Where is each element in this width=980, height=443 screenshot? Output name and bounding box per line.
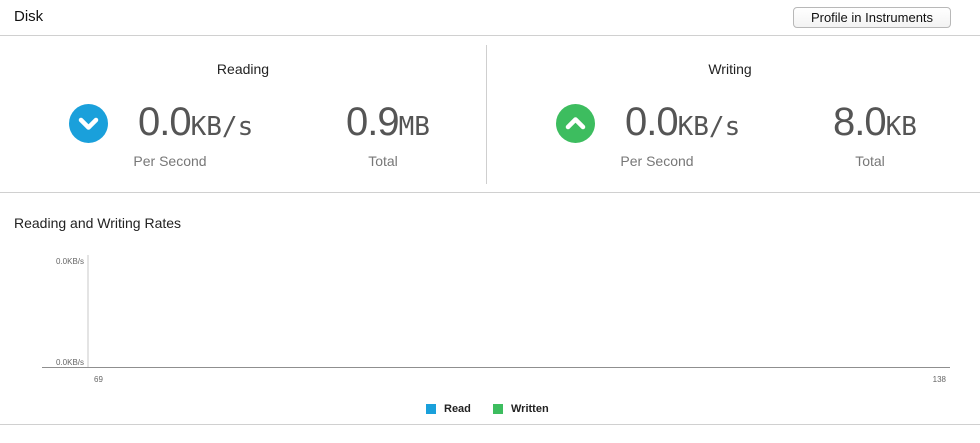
disk-stats-section: Reading 0.0KB/s Per Second 0.9MB Total W… bbox=[0, 36, 980, 193]
x-tick-label-start: 69 bbox=[94, 375, 103, 384]
reading-panel: Reading 0.0KB/s Per Second 0.9MB Total bbox=[0, 36, 486, 193]
writing-total-label: Total bbox=[855, 153, 885, 169]
reading-title: Reading bbox=[216, 61, 270, 77]
chart-title: Reading and Writing Rates bbox=[14, 215, 182, 231]
written-swatch bbox=[493, 404, 503, 414]
reading-writing-rates-chart: 0.0KB/s 0.0KB/s 69 138 bbox=[42, 255, 950, 384]
reading-total-label: Total bbox=[368, 153, 398, 169]
profile-in-instruments-button[interactable]: Profile in Instruments bbox=[793, 7, 951, 28]
writing-panel: Writing 0.0KB/s Per Second 8.0KB Total bbox=[487, 36, 973, 193]
chevron-down-icon bbox=[69, 104, 108, 143]
chart-legend: Read Written bbox=[0, 403, 980, 417]
writing-rate-label: Per Second bbox=[620, 153, 694, 169]
y-tick-label-top: 0.0KB/s bbox=[56, 257, 84, 266]
reading-rate-value: 0.0KB/s bbox=[138, 100, 254, 144]
footer-divider bbox=[0, 424, 980, 425]
legend-label-written: Written bbox=[511, 403, 549, 415]
reading-rate-label: Per Second bbox=[133, 153, 207, 169]
chevron-up-icon bbox=[556, 104, 595, 143]
x-tick-label-end: 138 bbox=[933, 375, 947, 384]
reading-total-value: 0.9MB bbox=[346, 100, 430, 144]
page-title: Disk bbox=[14, 8, 44, 25]
writing-total-value: 8.0KB bbox=[833, 100, 917, 144]
y-tick-label-bottom: 0.0KB/s bbox=[56, 358, 84, 367]
legend-label-read: Read bbox=[444, 403, 471, 415]
read-swatch bbox=[426, 404, 436, 414]
writing-rate-value: 0.0KB/s bbox=[625, 100, 741, 144]
disk-header: Disk Profile in Instruments bbox=[0, 0, 980, 36]
writing-title: Writing bbox=[708, 61, 752, 77]
